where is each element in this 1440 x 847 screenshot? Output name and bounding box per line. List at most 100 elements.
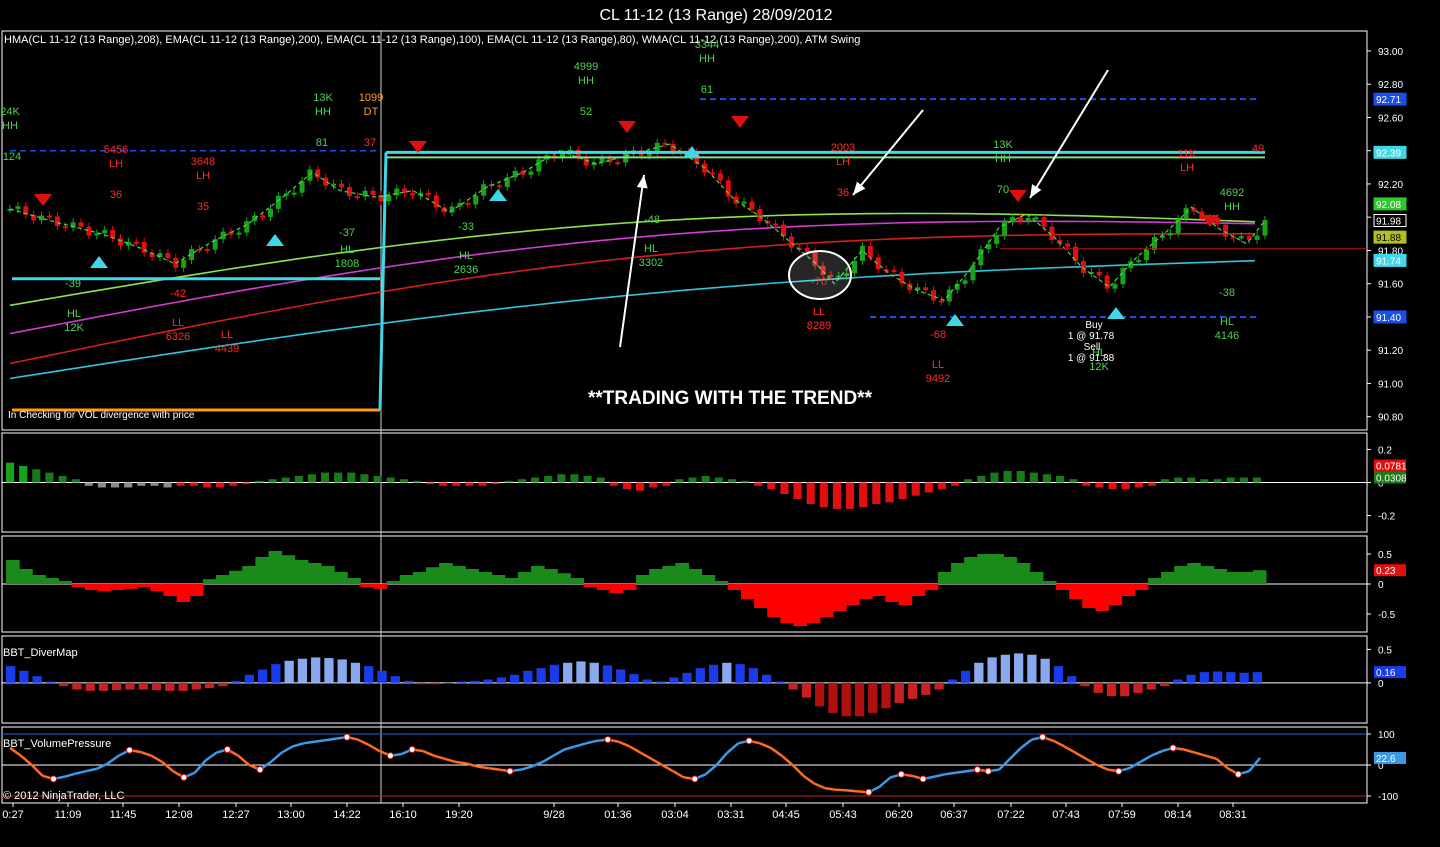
candle-body: [496, 185, 502, 188]
histogram-bar: [390, 676, 400, 683]
histogram-bar: [45, 578, 59, 584]
histogram-bar: [708, 664, 719, 683]
value-label: 0.23: [1376, 566, 1396, 577]
histogram-bar: [452, 566, 466, 584]
candle-body: [804, 247, 810, 252]
histogram-bar: [334, 572, 348, 584]
pressure-line-segment: [314, 738, 326, 743]
histogram-bar: [1252, 672, 1262, 683]
histogram-bar: [788, 682, 798, 690]
histogram-bar: [244, 674, 254, 683]
price-label-value: 91.74: [1376, 256, 1401, 267]
histogram-bar: [1187, 477, 1196, 483]
x-tick-label: 03:31: [717, 809, 745, 821]
candle-body: [165, 253, 171, 258]
histogram-bar: [163, 482, 172, 488]
pivot-dot: [1115, 767, 1123, 775]
histogram-bar: [1095, 482, 1104, 488]
histogram-bar: [1108, 584, 1123, 605]
histogram-bar: [465, 569, 479, 584]
histogram-bar: [741, 480, 750, 483]
histogram-bar: [793, 482, 802, 499]
histogram-bar: [964, 479, 973, 483]
candle-body: [725, 180, 731, 197]
candle-body: [1238, 236, 1244, 239]
swing-label: -70: [811, 276, 827, 288]
x-tick-label: 07:59: [1108, 809, 1136, 821]
histogram-bar: [722, 662, 732, 683]
y-tick-label: 91.20: [1378, 346, 1403, 357]
histogram-bar: [189, 482, 198, 486]
histogram-bar: [59, 682, 69, 687]
x-tick-label: 07:22: [997, 809, 1025, 821]
candle-body: [425, 192, 431, 196]
histogram-bar: [1095, 584, 1109, 611]
swing-label: 4999: [574, 61, 598, 73]
candle-body: [938, 300, 944, 303]
histogram-bar: [360, 584, 374, 587]
histogram-bar: [1146, 682, 1156, 690]
histogram-bar: [71, 584, 86, 587]
histogram-bar: [1213, 569, 1228, 584]
pivot-dot: [386, 752, 394, 760]
histogram-bar: [403, 680, 414, 683]
chart-title: CL 11-12 (13 Range) 28/09/2012: [599, 7, 832, 24]
candle-body: [1144, 249, 1150, 261]
histogram-bar: [1000, 654, 1010, 683]
candle-body: [260, 215, 266, 218]
swing-label: LL: [813, 306, 825, 318]
histogram-bar: [347, 578, 361, 584]
swing-label: 1808: [335, 258, 359, 270]
candle-body: [599, 157, 605, 163]
x-tick-label: 11:45: [110, 809, 137, 821]
swing-label: 49: [1252, 143, 1264, 155]
histogram-bar: [202, 482, 211, 488]
value-label: 0.0781: [1376, 462, 1407, 473]
histogram-bar: [536, 668, 546, 683]
swing-label: 2003: [831, 142, 855, 154]
candle-body: [370, 190, 376, 195]
histogram-bar: [1212, 671, 1223, 683]
value-label: 22.6: [1376, 754, 1396, 765]
swing-label: 3344: [695, 39, 719, 51]
swing-label: LH: [196, 170, 210, 182]
histogram-bar: [6, 666, 16, 683]
swing-label: HL: [67, 308, 81, 320]
histogram-bar: [589, 662, 599, 683]
pivot-dot: [897, 770, 905, 778]
histogram-bar: [137, 584, 151, 587]
candle-body: [1080, 261, 1086, 274]
candle-body: [1033, 217, 1039, 220]
price-label-tag: 92.08: [1373, 197, 1407, 211]
indicator-legend: HMA(CL 11-12 (13 Range),208), EMA(CL 11-…: [4, 34, 860, 46]
histogram-bar: [754, 482, 763, 486]
histogram-bar: [150, 584, 164, 592]
histogram-bar: [872, 482, 881, 504]
histogram-bar: [832, 584, 847, 611]
histogram-bar: [483, 679, 493, 683]
histogram-bar: [178, 682, 188, 691]
histogram-bar: [97, 584, 112, 592]
histogram-bar: [347, 472, 356, 483]
candle-body: [267, 208, 273, 217]
histogram-bar: [1226, 672, 1236, 683]
swing-label: HL: [1220, 316, 1234, 328]
swing-label: 70: [997, 184, 1009, 196]
pressure-line-segment: [944, 771, 956, 776]
histogram-bar: [688, 477, 697, 483]
swing-label: HH: [315, 106, 331, 118]
histogram-bar: [412, 572, 427, 584]
histogram-bar: [801, 682, 812, 698]
histogram-bar: [1186, 674, 1196, 683]
histogram-bar: [714, 581, 729, 584]
histogram-bar: [531, 477, 540, 483]
histogram-bar: [815, 682, 825, 707]
candle-body: [709, 172, 715, 175]
pivot-dot: [919, 775, 927, 783]
histogram-bar: [636, 482, 645, 491]
histogram-bar: [350, 662, 361, 683]
candle-body: [741, 201, 747, 204]
swing-label: HL: [459, 250, 473, 262]
histogram-bar: [596, 477, 605, 483]
price-label-value: 92.71: [1376, 95, 1401, 106]
